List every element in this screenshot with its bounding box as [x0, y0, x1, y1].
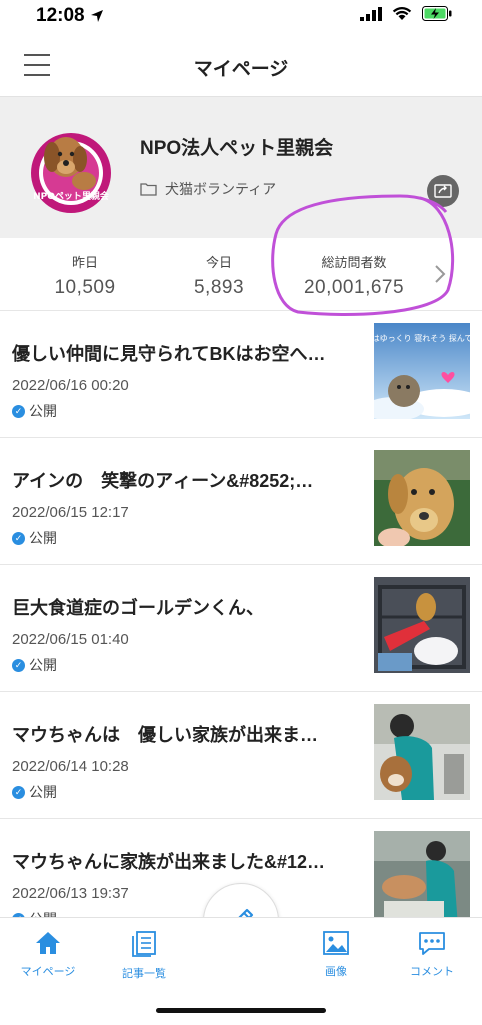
wifi-icon — [392, 6, 412, 20]
article-item[interactable]: アインの 笑撃のアィーン&#8252;… 2022/06/15 12:17 ✓ … — [0, 438, 482, 565]
article-status: ✓ 公開 — [12, 401, 57, 421]
home-indicator — [156, 1008, 326, 1013]
tab-comments[interactable]: コメント — [392, 930, 472, 979]
stat-label: 昨日 — [71, 255, 98, 270]
article-thumbnail — [374, 577, 470, 673]
article-thumbnail — [374, 704, 470, 800]
comment-icon — [419, 932, 445, 955]
article-title: マウちゃんは 優しい家族が出来ま… — [12, 725, 318, 745]
article-thumbnail — [374, 450, 470, 546]
article-thumbnail — [374, 831, 470, 927]
stat-label: 今日 — [205, 255, 232, 270]
tab-label: コメント — [410, 966, 454, 978]
article-date: 2022/06/13 19:37 — [12, 885, 129, 902]
status-bar: 12:08 — [0, 0, 482, 34]
logo-text: NPOペット里親会 — [33, 190, 110, 202]
tab-label: 記事一覧 — [122, 968, 166, 980]
status-label: 公開 — [29, 403, 57, 419]
stat-yesterday: 昨日 10,509 — [40, 252, 130, 299]
article-item[interactable]: マウちゃんは 優しい家族が出来ま… 2022/06/14 10:28 ✓ 公開 — [0, 692, 482, 819]
article-date: 2022/06/15 12:17 — [12, 504, 129, 521]
article-title: アインの 笑撃のアィーン&#8252;… — [12, 471, 314, 491]
stat-value: 10,509 — [54, 277, 116, 298]
article-list-icon — [132, 931, 156, 957]
check-circle-icon: ✓ — [12, 658, 25, 672]
article-title: 巨大食道症のゴールデンくん、 — [12, 598, 264, 618]
article-status: ✓ 公開 — [12, 528, 57, 548]
check-circle-icon: ✓ — [12, 404, 25, 418]
article-date: 2022/06/15 01:40 — [12, 631, 129, 648]
status-label: 公開 — [29, 657, 57, 673]
article-date: 2022/06/14 10:28 — [12, 758, 129, 775]
blog-category[interactable]: 犬猫ボランティア — [140, 179, 276, 199]
status-label: 公開 — [29, 530, 57, 546]
tab-images[interactable]: 画像 — [296, 930, 376, 979]
article-date: 2022/06/16 00:20 — [12, 377, 129, 394]
article-list: 優しい仲間に見守られてBKはお空へ… 2022/06/16 00:20 ✓ 公開… — [0, 311, 482, 946]
tab-mypage[interactable]: マイページ — [8, 930, 88, 979]
category-label: 犬猫ボランティア — [165, 181, 277, 197]
thumbnail-caption: 雲の上はゆっくり 寝れそう 探んで有難う — [374, 333, 470, 343]
article-title: 優しい仲間に見守られてBKはお空へ… — [12, 344, 326, 364]
article-item[interactable]: 巨大食道症のゴールデンくん、 2022/06/15 01:40 ✓ 公開 — [0, 565, 482, 692]
article-item[interactable]: 優しい仲間に見守られてBKはお空へ… 2022/06/16 00:20 ✓ 公開… — [0, 311, 482, 438]
battery-charging-icon — [422, 6, 452, 21]
tab-label: マイページ — [20, 966, 76, 978]
location-arrow-icon — [90, 9, 103, 22]
image-icon — [323, 931, 349, 955]
check-circle-icon: ✓ — [12, 531, 25, 545]
org-logo[interactable]: NPOペット里親会 — [24, 121, 118, 215]
check-circle-icon: ✓ — [12, 785, 25, 799]
signal-icon — [360, 6, 382, 21]
article-status: ✓ 公開 — [12, 655, 57, 675]
stat-value: 5,893 — [193, 277, 245, 298]
folder-icon — [140, 183, 157, 196]
tab-label: 画像 — [325, 966, 347, 978]
article-status: ✓ 公開 — [12, 782, 57, 802]
status-time: 12:08 — [36, 5, 104, 27]
tab-article-list[interactable]: 記事一覧 — [104, 930, 184, 981]
home-icon — [36, 932, 60, 954]
page-title: マイページ — [193, 59, 289, 80]
annotation-circle — [271, 194, 455, 316]
stat-today: 今日 5,893 — [174, 252, 264, 299]
article-title: マウちゃんに家族が出来ました&#12… — [12, 852, 326, 872]
org-name: NPO法人ペット里親会 — [140, 138, 334, 159]
article-thumbnail: 雲の上はゆっくり 寝れそう 探んで有難う — [374, 323, 470, 419]
nav-bar: マイページ — [0, 34, 482, 97]
status-label: 公開 — [29, 784, 57, 800]
